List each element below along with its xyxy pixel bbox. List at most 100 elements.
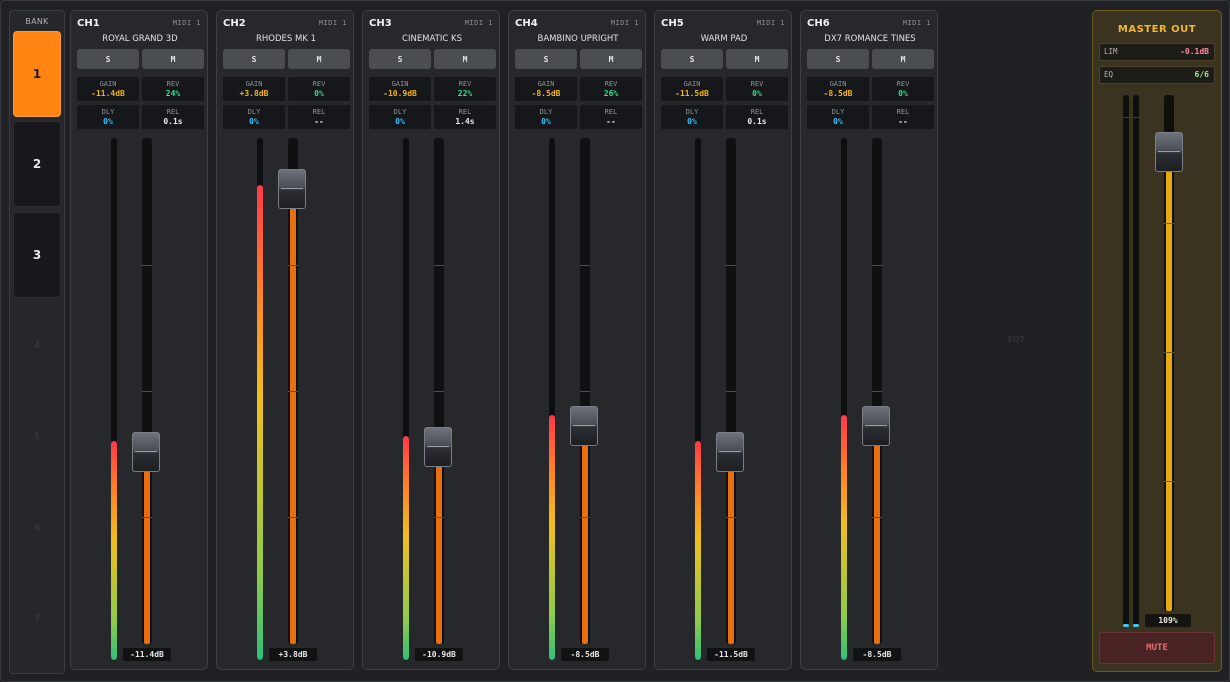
rev-param[interactable]: REV 0% [288,77,350,101]
fader-tick [872,517,882,518]
master-fader-knob[interactable] [1155,132,1183,172]
master-eq-label: EQ [1104,70,1114,79]
fader-tick [142,391,152,392]
fader-tick [142,517,152,518]
rel-param[interactable]: REL -- [288,105,350,129]
master-eq-value: 6/6 [1194,70,1209,79]
dly-param[interactable]: DLY 0% [223,105,285,129]
gain-label: GAIN [245,80,263,88]
fader-knob[interactable] [716,432,744,472]
master-fader-tick [1164,352,1174,353]
rel-value: -- [606,117,616,126]
dly-param[interactable]: DLY 0% [77,105,139,129]
master-mute-button[interactable]: MUTE [1099,632,1215,664]
solo-button[interactable]: S [807,49,869,69]
dly-param[interactable]: DLY 0% [369,105,431,129]
channel-midi: MIDI 1 [172,19,201,27]
mute-button[interactable]: M [726,49,788,69]
mute-button[interactable]: M [872,49,934,69]
gain-param[interactable]: GAIN -8.5dB [807,77,869,101]
master-title: MASTER OUT [1117,24,1197,35]
solo-button[interactable]: S [77,49,139,69]
fader-tick [726,391,736,392]
gain-param[interactable]: GAIN +3.8dB [223,77,285,101]
rel-param[interactable]: REL 1.4s [434,105,496,129]
solo-button[interactable]: S [515,49,577,69]
rev-param[interactable]: REV 0% [726,77,788,101]
fader-fill [290,189,296,644]
fader-knob[interactable] [424,427,452,467]
master-meter-right [1133,95,1139,627]
rel-param[interactable]: REL -- [872,105,934,129]
master-out-panel: MASTER OUT LIM -0.1dB EQ 6/6 109% MUTE [1092,10,1222,672]
master-fader-tick [1164,223,1174,224]
channel-db-readout: -11.4dB [123,648,171,661]
channel-id: CH1 [77,18,100,29]
rel-label: REL [750,108,764,116]
master-lim-label: LIM [1104,47,1118,56]
gain-param[interactable]: GAIN -10.9dB [369,77,431,101]
master-limiter-row[interactable]: LIM -0.1dB [1099,43,1215,61]
bank-ghost-label-6: 6 [34,523,40,533]
channel-strip-1: CH1 MIDI 1 ROYAL GRAND 3D S M GAIN -11.4… [70,10,208,670]
bank-button-1[interactable]: 1 [13,31,61,117]
rev-param[interactable]: REV 22% [434,77,496,101]
dly-value: 0% [687,117,697,126]
gain-param[interactable]: GAIN -8.5dB [515,77,577,101]
dly-value: 0% [833,117,843,126]
fader-knob[interactable] [862,406,890,446]
rel-label: REL [604,108,618,116]
dly-param[interactable]: DLY 0% [515,105,577,129]
channel-strip-6: CH6 MIDI 1 DX7 ROMANCE TINES S M GAIN -8… [800,10,938,670]
fader-knob[interactable] [570,406,598,446]
rel-param[interactable]: REL 0.1s [142,105,204,129]
rev-label: REV [166,80,180,88]
dly-param[interactable]: DLY 0% [807,105,869,129]
fader-fill [144,452,150,644]
rel-param[interactable]: REL 0.1s [726,105,788,129]
fader-tick [726,265,736,266]
rev-value: 0% [314,89,324,98]
mute-button[interactable]: M [434,49,496,69]
rel-label: REL [458,108,472,116]
solo-button[interactable]: S [661,49,723,69]
level-meter-fill [111,441,117,660]
channel-midi: MIDI 1 [318,19,347,27]
gain-value: -10.9dB [383,89,417,98]
rev-value: 0% [752,89,762,98]
master-fader-track[interactable] [1164,95,1174,611]
solo-button[interactable]: S [223,49,285,69]
mute-button[interactable]: M [288,49,350,69]
gain-param[interactable]: GAIN -11.5dB [661,77,723,101]
dly-label: DLY [831,108,845,116]
channel-id: CH6 [807,18,830,29]
channel-name: RHODES MK 1 [255,34,317,44]
bank-button-3[interactable]: 3 [13,212,61,298]
master-eq-row[interactable]: EQ 6/6 [1099,66,1215,84]
rev-param[interactable]: REV 0% [872,77,934,101]
dly-value: 0% [395,117,405,126]
gain-label: GAIN [391,80,409,88]
fader-knob[interactable] [132,432,160,472]
mute-button[interactable]: M [580,49,642,69]
dly-value: 0% [249,117,259,126]
master-fader-fill [1166,152,1172,611]
channel-db-readout: +3.8dB [269,648,317,661]
dly-param[interactable]: DLY 0% [661,105,723,129]
gain-value: -8.5dB [531,89,561,98]
channel-strip-3: CH3 MIDI 1 CINEMATIC KS S M GAIN -10.9dB… [362,10,500,670]
mute-button[interactable]: M [142,49,204,69]
rev-label: REV [312,80,326,88]
bank-ghost-label-4: 4 [34,341,40,351]
rev-param[interactable]: REV 24% [142,77,204,101]
channel-name: WARM PAD [700,34,748,44]
fader-knob[interactable] [278,169,306,209]
gain-param[interactable]: GAIN -11.4dB [77,77,139,101]
level-meter-fill [695,441,701,660]
level-meter [257,138,263,660]
bank-button-2[interactable]: 2 [13,121,61,207]
rev-value: 24% [165,89,181,98]
solo-button[interactable]: S [369,49,431,69]
rev-param[interactable]: REV 26% [580,77,642,101]
rel-param[interactable]: REL -- [580,105,642,129]
